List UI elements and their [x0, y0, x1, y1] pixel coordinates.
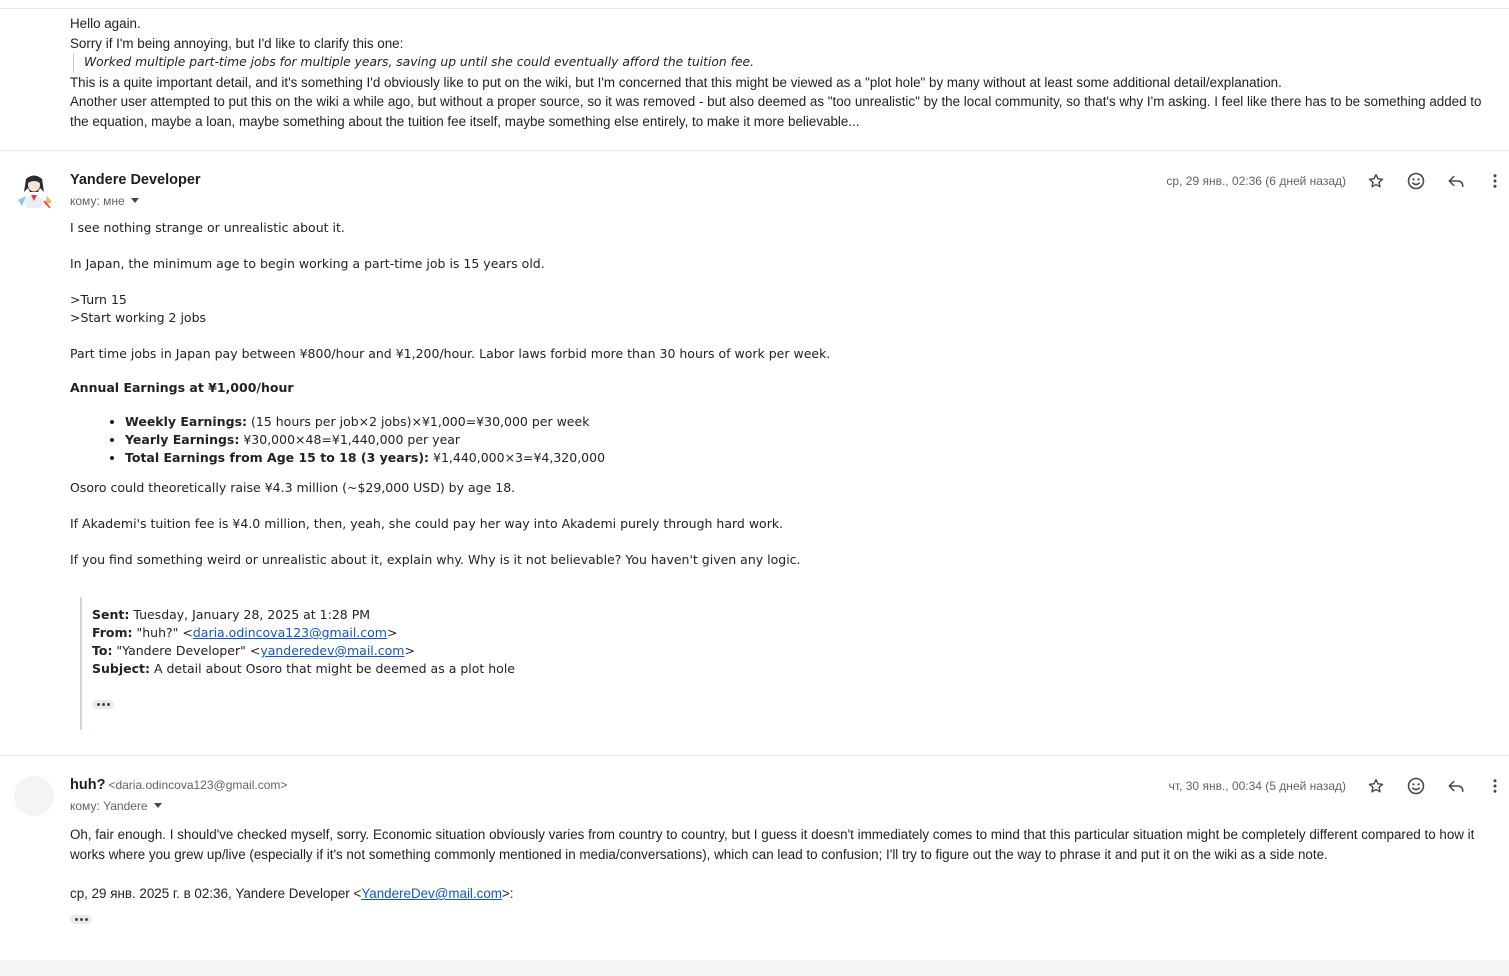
emoji-icon: [1407, 172, 1425, 190]
avatar-image: [14, 170, 54, 210]
more-vert-icon: [1493, 779, 1497, 793]
bullet-label: Weekly Earnings:: [125, 414, 248, 429]
more-options-button[interactable]: [1481, 167, 1509, 195]
reply-button[interactable]: [1442, 167, 1470, 195]
message-date: чт, 30 янв., 00:34 (5 дней назад): [1168, 779, 1346, 793]
message-1-line: This is a quite important detail, and it…: [70, 74, 1282, 90]
from-email-link[interactable]: daria.odincova123@gmail.com: [193, 625, 387, 640]
more-vert-icon: [1493, 174, 1497, 188]
paragraph: >Turn 15: [70, 292, 127, 307]
recipient-toggle[interactable]: кому: мне: [70, 194, 139, 208]
star-button[interactable]: [1362, 167, 1390, 195]
quote-intro: ср, 29 янв. 2025 г. в 02:36, Yandere Dev…: [70, 886, 362, 901]
bullet-label: Total Earnings from Age 15 to 18 (3 year…: [125, 450, 430, 465]
avatar[interactable]: [14, 170, 54, 210]
sender-name[interactable]: huh? <daria.odincova123@gmail.com>: [70, 777, 287, 793]
to-email-link[interactable]: yanderedev@mail.com: [260, 643, 404, 658]
paragraph: >Start working 2 jobs: [70, 310, 207, 325]
sender-name[interactable]: Yandere Developer: [70, 172, 201, 188]
bullet-text: ¥30,000×48=¥1,440,000 per year: [239, 432, 461, 447]
from-label: From:: [92, 625, 133, 640]
paragraph: Part time jobs in Japan pay between ¥800…: [70, 346, 831, 361]
show-trimmed-content-button[interactable]: [70, 915, 92, 924]
sent-value: Tuesday, January 28, 2025 at 1:28 PM: [129, 607, 371, 622]
reply-button[interactable]: [1442, 772, 1470, 800]
subject-value: A detail about Osoro that might be deeme…: [150, 661, 515, 676]
message-1-body: Hello again. Sorry if I'm being annoying…: [70, 14, 1490, 131]
caret-down-icon: [153, 803, 162, 808]
paragraph: Oh, fair enough. I should've checked mys…: [70, 827, 1475, 862]
bullet-text: (15 hours per job×2 jobs)×¥1,000=¥30,000…: [247, 414, 590, 429]
list-item: Weekly Earnings: (15 hours per job×2 job…: [125, 413, 1070, 431]
message-3-body: Oh, fair enough. I should've checked mys…: [70, 825, 1490, 904]
reply-icon: [1448, 780, 1464, 792]
emoji-reaction-button[interactable]: [1402, 167, 1430, 195]
message-date: ср, 29 янв., 02:36 (6 дней назад): [1166, 174, 1346, 188]
to-label: To:: [92, 643, 113, 658]
caret-down-icon: [130, 198, 139, 203]
quote-email-link[interactable]: YandereDev@mail.com: [361, 886, 502, 901]
show-trimmed-content-button[interactable]: [92, 700, 114, 709]
earnings-list: Weekly Earnings: (15 hours per job×2 job…: [70, 413, 1070, 467]
message-1-quote: Worked multiple part-time jobs for multi…: [73, 53, 1490, 73]
ellipsis-icon: [74, 918, 78, 921]
sender-email: <daria.odincova123@gmail.com>: [108, 778, 288, 792]
paragraph: I see nothing strange or unrealistic abo…: [70, 220, 345, 235]
footer-background: [0, 960, 1509, 976]
emoji-icon: [1407, 777, 1425, 795]
star-button[interactable]: [1362, 772, 1390, 800]
message-divider: [0, 150, 1509, 151]
star-icon: [1368, 173, 1384, 188]
from-end: >: [386, 625, 398, 640]
list-item: Yearly Earnings: ¥30,000×48=¥1,440,000 p…: [125, 431, 1070, 449]
sent-label: Sent:: [92, 607, 130, 622]
sender-name-text: huh?: [70, 777, 106, 793]
message-divider: [0, 755, 1509, 756]
paragraph: In Japan, the minimum age to begin worki…: [70, 256, 545, 271]
list-item: Total Earnings from Age 15 to 18 (3 year…: [125, 449, 1070, 467]
paragraph: If Akademi's tuition fee is ¥4.0 million…: [70, 516, 784, 531]
paragraph: If you find something weird or unrealist…: [70, 552, 801, 567]
quoted-message: Sent: Tuesday, January 28, 2025 at 1:28 …: [80, 597, 682, 730]
to-name: "Yandere Developer" <: [112, 643, 261, 658]
recipient-label: кому: Yandere: [70, 799, 148, 813]
avatar[interactable]: [14, 776, 54, 816]
message-2-body: I see nothing strange or unrealistic abo…: [70, 219, 1070, 569]
reply-icon: [1448, 175, 1464, 187]
message-1-line: Sorry if I'm being annoying, but I'd lik…: [70, 35, 404, 51]
star-icon: [1368, 778, 1384, 793]
quote-attribution: ср, 29 янв. 2025 г. в 02:36, Yandere Dev…: [70, 884, 1490, 904]
quote-end: >:: [501, 886, 514, 901]
message-1-line: Hello again.: [70, 16, 141, 31]
earnings-heading: Annual Earnings at ¥1,000/hour: [70, 380, 294, 395]
quoted-header: Sent: Tuesday, January 28, 2025 at 1:28 …: [92, 606, 515, 678]
recipient-label: кому: мне: [70, 194, 125, 208]
to-end: >: [404, 643, 415, 658]
from-name: "huh?" <: [132, 625, 193, 640]
recipient-toggle[interactable]: кому: Yandere: [70, 799, 162, 813]
message-1-line: Another user attempted to put this on th…: [70, 94, 1482, 129]
bullet-text: ¥1,440,000×3=¥4,320,000: [429, 450, 606, 465]
bullet-label: Yearly Earnings:: [125, 432, 240, 447]
ellipsis-icon: [96, 703, 100, 706]
more-options-button[interactable]: [1481, 772, 1509, 800]
top-divider: [0, 8, 1509, 9]
paragraph: Osoro could theoretically raise ¥4.3 mil…: [70, 480, 516, 495]
emoji-reaction-button[interactable]: [1402, 772, 1430, 800]
subject-label: Subject:: [92, 661, 150, 676]
